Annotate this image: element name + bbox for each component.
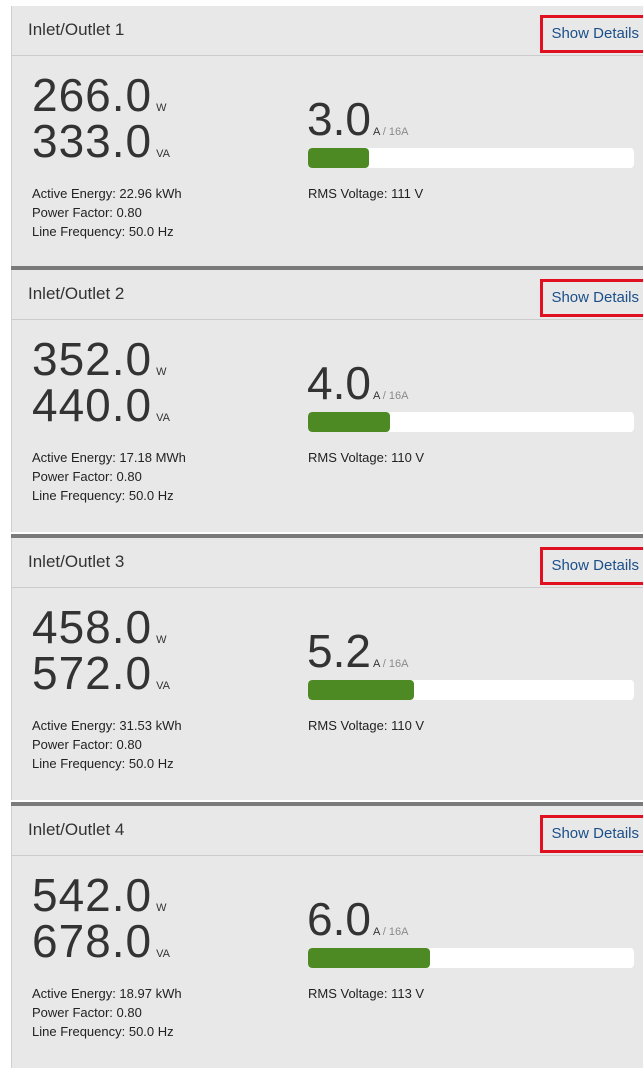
active-power-unit: W bbox=[156, 902, 167, 914]
show-details-button[interactable]: Show Details bbox=[540, 547, 643, 585]
apparent-power-value: 440.0 bbox=[32, 379, 153, 431]
current-usage-bar bbox=[308, 148, 634, 168]
apparent-power-readout: 572.0 VA bbox=[32, 648, 170, 711]
line-frequency-label: Line Frequency: 50.0 Hz bbox=[32, 756, 174, 771]
rms-voltage-label: RMS Voltage: 111 V bbox=[308, 186, 424, 201]
apparent-power-unit: VA bbox=[156, 948, 170, 960]
power-factor-label: Power Factor: 0.80 bbox=[32, 469, 142, 484]
active-power-unit: W bbox=[156, 634, 167, 646]
panel-header: Inlet/Outlet 1 Show Details bbox=[12, 6, 643, 56]
show-details-button[interactable]: Show Details bbox=[540, 815, 643, 853]
current-usage-bar bbox=[308, 948, 634, 968]
rms-voltage-label: RMS Voltage: 113 V bbox=[308, 986, 425, 1001]
current-usage-bar-fill bbox=[308, 412, 390, 432]
current-usage-bar bbox=[308, 680, 634, 700]
active-power-unit: W bbox=[156, 366, 167, 378]
current-usage-bar-fill bbox=[308, 148, 370, 168]
active-energy-label: Active Energy: 17.18 MWh bbox=[32, 450, 186, 465]
active-power-value: 266.0 bbox=[32, 69, 153, 121]
panel-title: Inlet/Outlet 2 bbox=[28, 284, 125, 303]
apparent-power-readout: 440.0 VA bbox=[32, 380, 170, 443]
apparent-power-value: 572.0 bbox=[32, 647, 153, 699]
panel-title: Inlet/Outlet 3 bbox=[28, 552, 125, 571]
line-frequency-label: Line Frequency: 50.0 Hz bbox=[32, 488, 174, 503]
panel-header: Inlet/Outlet 4 Show Details bbox=[12, 806, 643, 856]
rms-current-limit: / 16A bbox=[379, 390, 409, 402]
inlet-outlet-panel: Inlet/Outlet 1 Show Details 266.0 W 333.0… bbox=[11, 6, 643, 268]
panel-header: Inlet/Outlet 2 Show Details bbox=[12, 270, 643, 320]
apparent-power-unit: VA bbox=[156, 148, 170, 160]
rms-current-value: 5.2 bbox=[307, 625, 371, 677]
rms-current-value: 4.0 bbox=[307, 357, 371, 409]
active-power-value: 352.0 bbox=[32, 333, 153, 385]
rms-current-limit: / 16A bbox=[379, 658, 409, 670]
apparent-power-unit: VA bbox=[156, 412, 170, 424]
rms-current-unit: A bbox=[372, 126, 380, 138]
current-usage-bar bbox=[308, 412, 634, 432]
inlet-outlet-panel: Inlet/Outlet 3 Show Details 458.0 W 572.0… bbox=[11, 538, 643, 800]
active-power-unit: W bbox=[156, 102, 167, 114]
current-usage-bar-fill bbox=[308, 680, 414, 700]
active-power-value: 542.0 bbox=[32, 869, 153, 921]
rms-current-unit: A bbox=[372, 658, 380, 670]
apparent-power-unit: VA bbox=[156, 680, 170, 692]
power-factor-label: Power Factor: 0.80 bbox=[32, 737, 142, 752]
rms-current-value: 6.0 bbox=[307, 893, 371, 945]
line-frequency-label: Line Frequency: 50.0 Hz bbox=[32, 224, 174, 239]
show-details-button[interactable]: Show Details bbox=[540, 15, 643, 53]
panel-header: Inlet/Outlet 3 Show Details bbox=[12, 538, 643, 588]
active-power-value: 458.0 bbox=[32, 601, 153, 653]
panel-title: Inlet/Outlet 4 bbox=[28, 820, 125, 839]
rms-current-unit: A bbox=[372, 926, 380, 938]
rms-current-unit: A bbox=[372, 390, 380, 402]
panel-title: Inlet/Outlet 1 bbox=[28, 20, 125, 39]
inlet-outlet-panel: Inlet/Outlet 4 Show Details 542.0 W 678.0… bbox=[11, 806, 643, 1068]
line-frequency-label: Line Frequency: 50.0 Hz bbox=[32, 1024, 174, 1039]
active-energy-label: Active Energy: 31.53 kWh bbox=[32, 718, 182, 733]
rms-voltage-label: RMS Voltage: 110 V bbox=[308, 718, 425, 733]
show-details-button[interactable]: Show Details bbox=[540, 279, 643, 317]
rms-current-limit: / 16A bbox=[379, 126, 409, 138]
apparent-power-value: 678.0 bbox=[32, 915, 153, 967]
apparent-power-readout: 333.0 VA bbox=[32, 116, 170, 179]
power-factor-label: Power Factor: 0.80 bbox=[32, 1005, 142, 1020]
apparent-power-value: 333.0 bbox=[32, 115, 153, 167]
active-energy-label: Active Energy: 22.96 kWh bbox=[32, 186, 182, 201]
rms-voltage-label: RMS Voltage: 110 V bbox=[308, 450, 425, 465]
inlet-outlet-panel-list: Inlet/Outlet 1 Show Details 266.0 W 333.0… bbox=[0, 0, 643, 1073]
rms-current-value: 3.0 bbox=[307, 93, 371, 145]
active-energy-label: Active Energy: 18.97 kWh bbox=[32, 986, 182, 1001]
inlet-outlet-panel: Inlet/Outlet 2 Show Details 352.0 W 440.0… bbox=[11, 270, 643, 532]
current-usage-bar-fill bbox=[308, 948, 431, 968]
power-factor-label: Power Factor: 0.80 bbox=[32, 205, 142, 220]
rms-current-limit: / 16A bbox=[379, 926, 409, 938]
apparent-power-readout: 678.0 VA bbox=[32, 916, 170, 979]
